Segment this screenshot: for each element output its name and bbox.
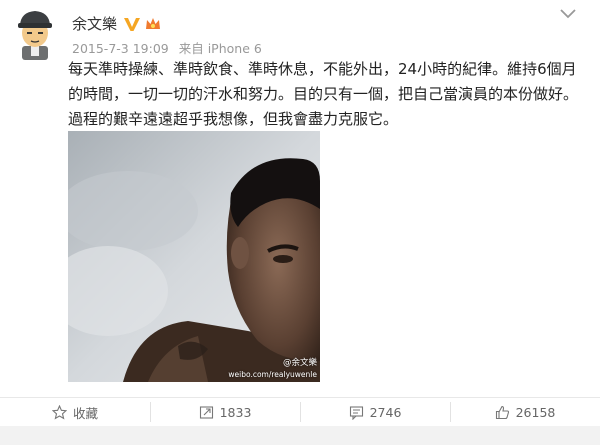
post-photo[interactable]: @余文樂 weibo.com/realyuwenle <box>68 131 320 382</box>
like-count: 26158 <box>515 404 556 420</box>
photo-watermark-url: weibo.com/realyuwenle <box>228 370 317 379</box>
thumbs-up-icon <box>495 405 509 419</box>
favorite-label: 收藏 <box>72 405 98 421</box>
repost-icon <box>199 405 213 419</box>
photo-image <box>68 131 320 382</box>
verified-icon <box>124 17 141 31</box>
repost-button[interactable]: 1833 <box>150 398 300 426</box>
action-bar: 收藏 1833 2746 26158 <box>0 398 600 426</box>
avatar[interactable] <box>12 8 58 60</box>
chevron-down-icon[interactable] <box>558 6 578 20</box>
bottom-strip <box>0 426 600 445</box>
post-text: 每天準時操練、準時飲食、準時休息，不能外出，24小時的紀律。維持6個月的時間，一… <box>68 60 579 128</box>
comment-icon <box>349 405 363 420</box>
favorite-button[interactable]: 收藏 <box>0 398 150 426</box>
comment-count: 2746 <box>369 404 402 420</box>
post-source: 来自 iPhone 6 <box>178 41 262 56</box>
post-meta: 2015-7-3 19:09 来自 iPhone 6 <box>72 38 262 57</box>
author-name[interactable]: 余文樂 <box>72 13 117 34</box>
like-button[interactable]: 26158 <box>450 398 600 426</box>
weibo-post: 余文樂 2015-7-3 19:09 来自 iPhone 6 每天準時操練、準時… <box>0 0 600 445</box>
post-date: 2015-7-3 19:09 <box>72 41 169 56</box>
author-name-row: 余文樂 <box>72 13 161 34</box>
member-crown-icon[interactable] <box>145 17 161 31</box>
star-icon <box>51 404 67 420</box>
repost-count: 1833 <box>219 404 252 420</box>
photo-watermark: @余文樂 <box>282 358 317 368</box>
comment-button[interactable]: 2746 <box>300 398 450 426</box>
